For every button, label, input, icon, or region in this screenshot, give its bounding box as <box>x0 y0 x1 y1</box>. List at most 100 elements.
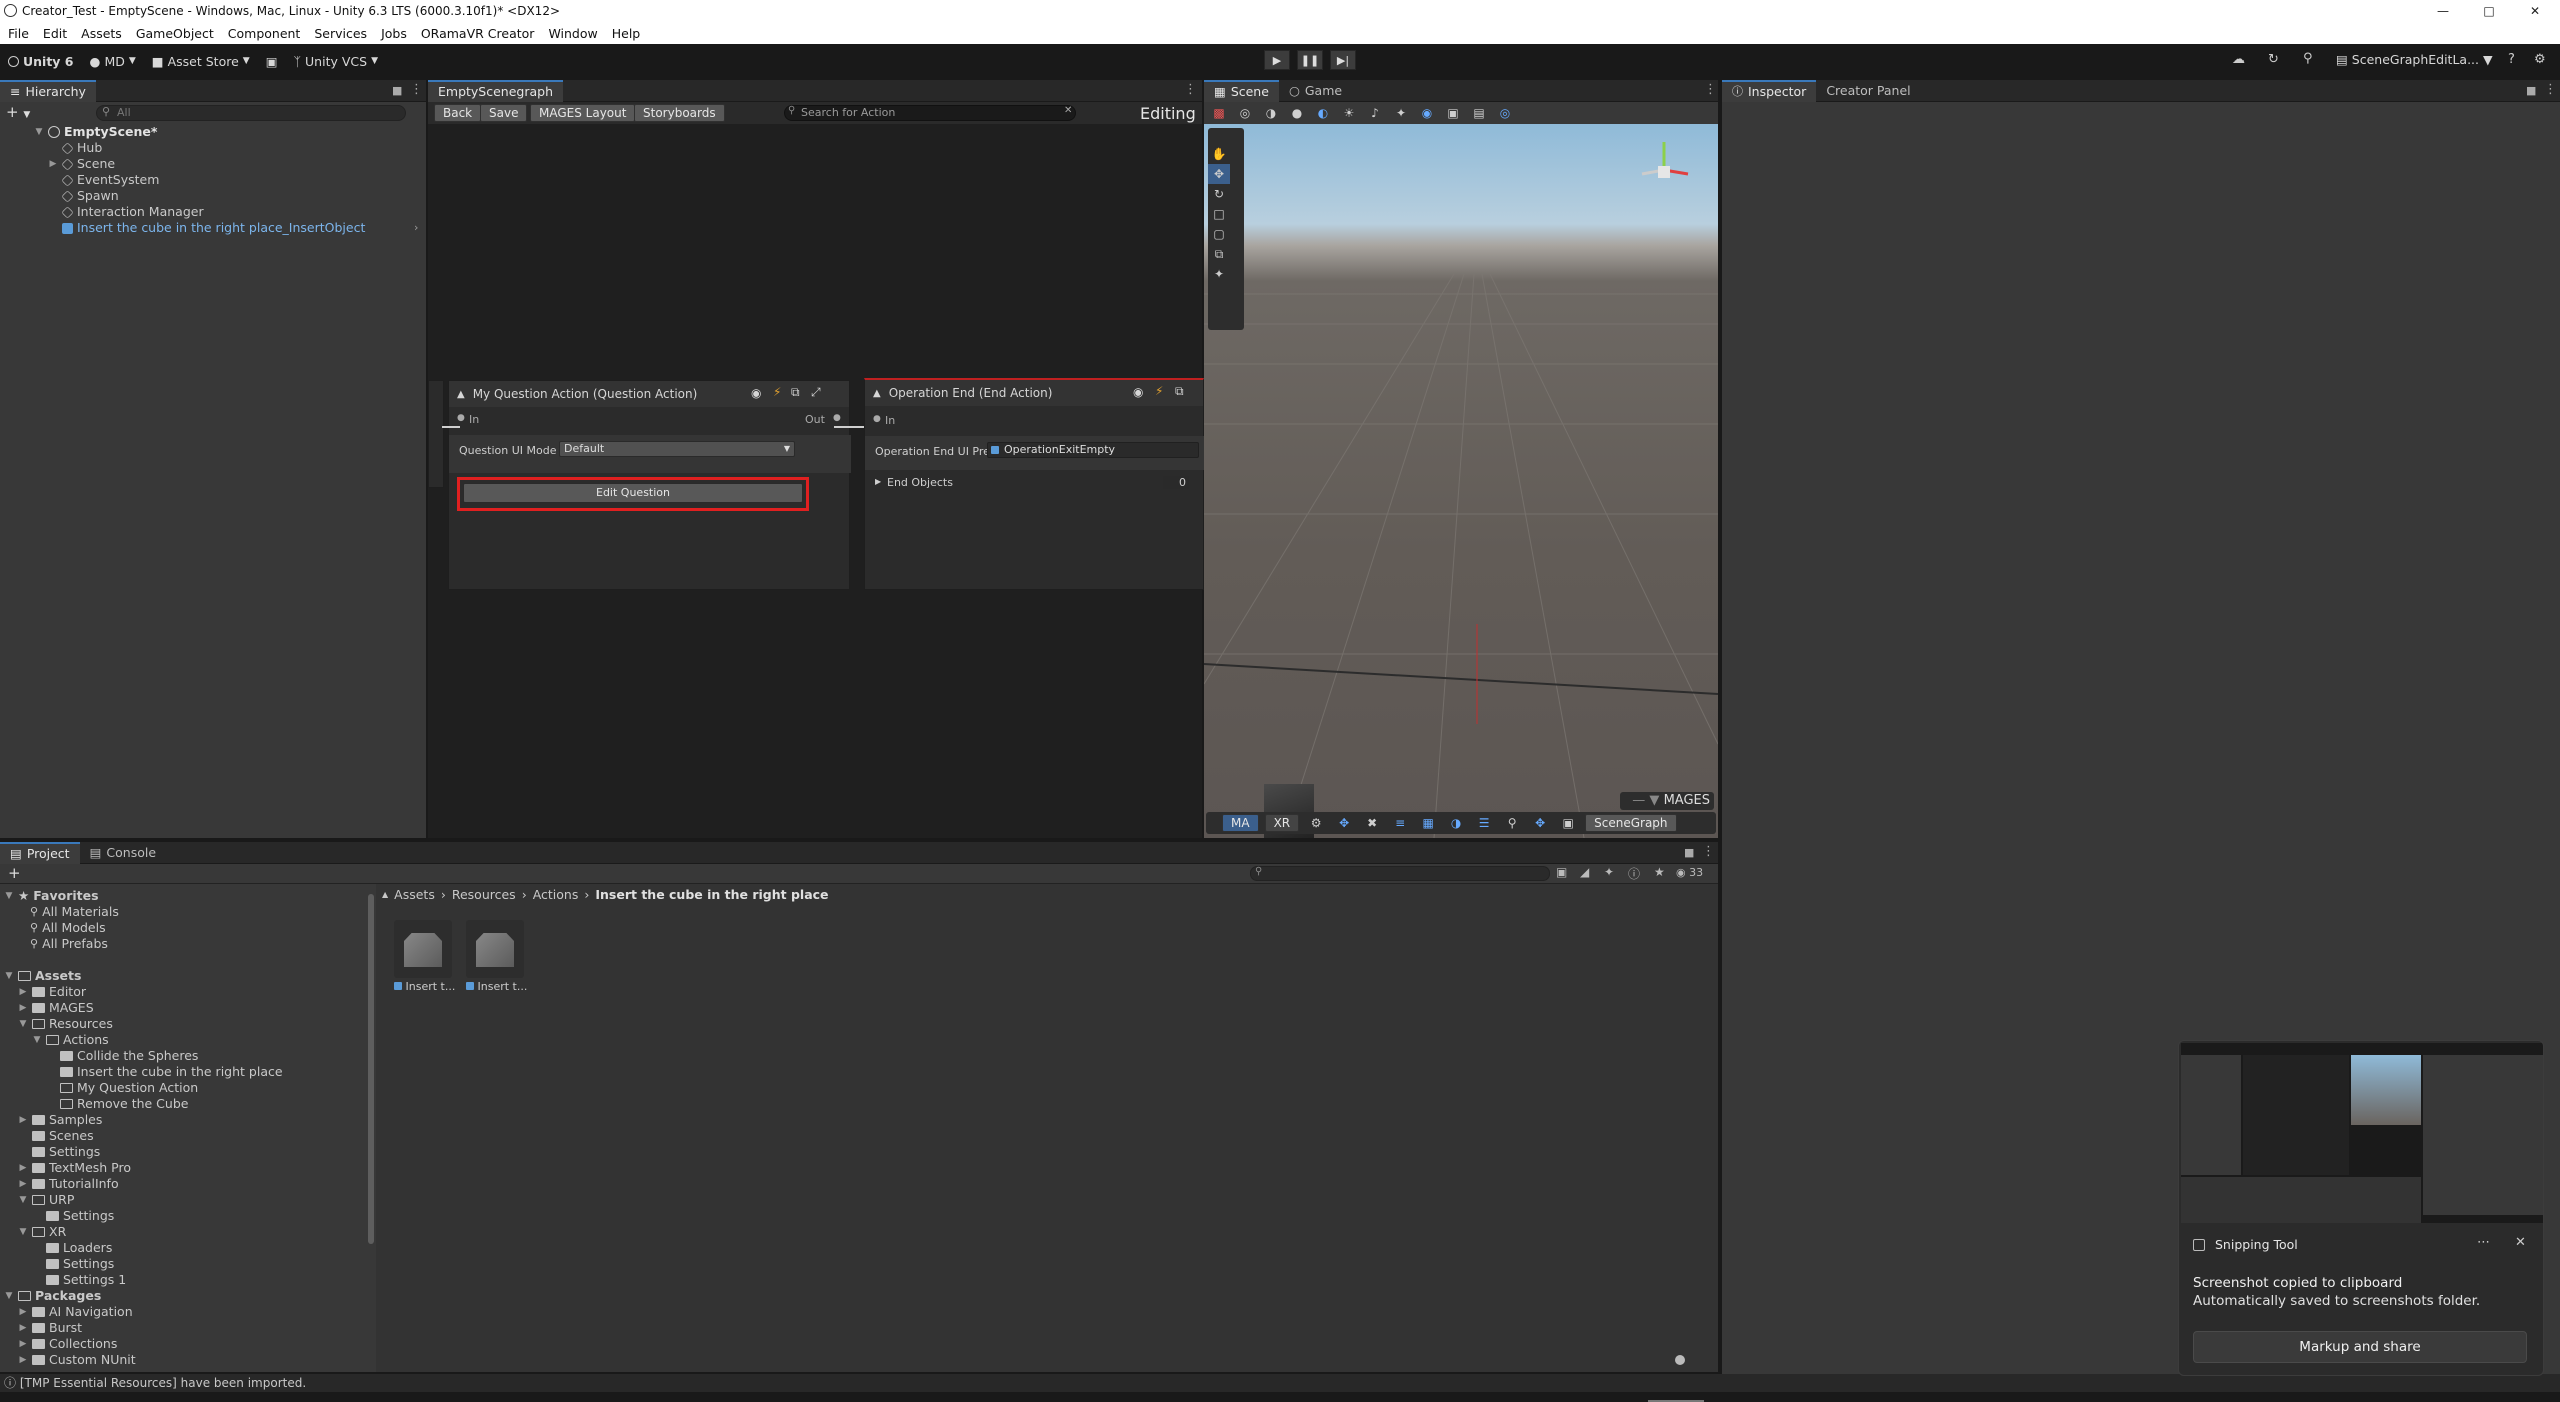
more-icon[interactable]: ⋮ <box>1184 82 1197 97</box>
list-item[interactable]: ▶ Scene <box>48 156 116 172</box>
list-item[interactable]: Remove the Cube <box>46 1096 188 1112</box>
list-item[interactable]: Loaders <box>32 1240 112 1256</box>
menu-gameobject[interactable]: GameObject <box>136 26 214 41</box>
list-item[interactable]: ⚲ All Prefabs <box>30 936 108 952</box>
back-button[interactable]: Back <box>434 104 482 122</box>
expand-arrow-icon[interactable]: ▼ <box>18 1224 28 1240</box>
tab-emptyscenegraph[interactable]: EmptyScenegraph <box>428 79 564 102</box>
menu-edit[interactable]: Edit <box>43 26 67 41</box>
storyboards-button[interactable]: Storyboards <box>634 104 725 122</box>
filter-type-icon[interactable]: ▣ <box>1556 865 1567 879</box>
search-icon[interactable]: ⚲ <box>2303 51 2313 66</box>
list-item[interactable]: ▶ Custom NUnit <box>18 1352 136 1368</box>
star-icon[interactable]: ★ <box>1654 865 1665 879</box>
visibility-count[interactable]: ◉ 33 <box>1676 866 1703 879</box>
expand-arrow-icon[interactable]: ▼ <box>4 888 14 904</box>
list-item[interactable]: Insert the cube in the right place <box>46 1064 283 1080</box>
menu-file[interactable]: File <box>8 26 29 41</box>
menu-window[interactable]: Window <box>548 26 597 41</box>
layers-icon[interactable]: ☰ <box>1473 814 1495 832</box>
status-message[interactable]: [TMP Essential Resources] have been impo… <box>20 1376 306 1390</box>
menu-help[interactable]: Help <box>612 26 641 41</box>
expand-arrow-icon[interactable]: ▶ <box>18 1352 28 1368</box>
list-item[interactable]: Interaction Manager <box>61 204 204 220</box>
expand-arrow-icon[interactable]: ▶ <box>18 1000 28 1016</box>
add-icon[interactable]: + <box>8 864 21 882</box>
end-objects-foldout[interactable]: ▶ End Objects 0 <box>865 472 1205 496</box>
foldout-arrow-icon[interactable]: ▶ <box>875 477 881 486</box>
tab-game[interactable]: ○ Game <box>1279 80 1352 102</box>
breadcrumb-actions[interactable]: Actions <box>533 887 579 902</box>
list-item[interactable]: ▶ AI Navigation <box>18 1304 133 1320</box>
save-button[interactable]: Save <box>480 104 528 122</box>
more-icon[interactable]: ⋮ <box>1702 844 1715 859</box>
menu-oramavr-creator[interactable]: ORamaVR Creator <box>421 26 535 41</box>
move-icon[interactable]: ✥ <box>1529 814 1551 832</box>
list-item[interactable]: ▶ MAGES <box>18 1000 94 1016</box>
list-item[interactable]: Hub <box>61 140 102 156</box>
more-icon[interactable]: ⋮ <box>410 82 423 97</box>
expand-arrow-icon[interactable]: ▼ <box>18 1016 28 1032</box>
question-ui-mode-dropdown[interactable]: Default ▼ <box>559 441 795 457</box>
grid-icon[interactable]: ▦ <box>1417 814 1439 832</box>
screenshot-preview[interactable] <box>2181 1043 2543 1223</box>
markup-and-share-button[interactable]: Markup and share <box>2193 1331 2527 1363</box>
close-icon[interactable]: ✕ <box>2515 1235 2526 1250</box>
scale-tool-icon[interactable]: □ <box>1208 204 1230 224</box>
menu-assets[interactable]: Assets <box>81 26 122 41</box>
expand-arrow-icon[interactable]: ▼ <box>34 124 44 140</box>
rect-tool-icon[interactable]: ▢ <box>1208 224 1230 244</box>
sphere-icon[interactable]: ● <box>1286 104 1308 122</box>
transform-tool-icon[interactable]: ⧉ <box>1208 244 1230 264</box>
list-item[interactable]: Settings 1 <box>32 1272 126 1288</box>
list-item[interactable]: ▼ XR <box>18 1224 67 1240</box>
tab-hierarchy[interactable]: ≡ Hierarchy <box>0 79 96 102</box>
expand-arrow-icon[interactable]: ▼ <box>18 1192 28 1208</box>
camera-icon[interactable]: ▣ <box>1442 104 1464 122</box>
list-item[interactable]: Settings <box>32 1256 114 1272</box>
scene-viewport[interactable]: ✋ ✥ ↻ □ ▢ ⧉ ✦ — ▼ MAGES MA XR ⚙ ✥ ✖ ≡ ▦ <box>1204 124 1718 838</box>
package-icon[interactable]: ▣ <box>258 50 286 72</box>
play-button[interactable]: ▶ <box>1264 50 1290 70</box>
breadcrumb-assets[interactable]: Assets <box>394 887 435 902</box>
hidden-icon[interactable]: ◉ <box>1416 104 1438 122</box>
list-item[interactable]: ⚲ All Materials <box>30 904 119 920</box>
lock-icon[interactable]: ■ <box>1684 846 1694 859</box>
expand-arrow-icon[interactable]: ▼ <box>4 1288 14 1304</box>
move-tool-icon[interactable]: ✥ <box>1208 164 1230 184</box>
account-button[interactable]: ● MD ▼ <box>82 50 144 72</box>
asset-label[interactable]: Insert t... <box>394 980 455 993</box>
bolt-icon[interactable]: ⚡ <box>773 385 781 399</box>
list-item[interactable]: ▶ TextMesh Pro <box>18 1160 131 1176</box>
asset-thumbnail[interactable] <box>466 920 524 978</box>
list-item[interactable]: ▶ Burst <box>18 1320 83 1336</box>
sync-icon[interactable]: ◑ <box>1445 814 1467 832</box>
ma-button[interactable]: MA <box>1222 814 1259 832</box>
node-header[interactable]: ▲ Operation End (End Action) ◉ ⚡ ⧉ <box>865 380 1203 406</box>
list-item[interactable]: ▶ Samples <box>18 1112 103 1128</box>
xr-button[interactable]: XR <box>1264 814 1300 832</box>
project-tree-scrollbar[interactable] <box>368 894 374 1244</box>
bolt-icon[interactable]: ⚡ <box>1155 384 1163 398</box>
move-icon[interactable]: ✥ <box>1333 814 1355 832</box>
graph-node-partial[interactable] <box>428 380 444 488</box>
copy-icon[interactable]: ⧉ <box>1175 384 1184 399</box>
tab-scene[interactable]: ▦ Scene <box>1204 79 1279 102</box>
edit-question-button[interactable]: Edit Question <box>463 483 803 503</box>
close-icon[interactable]: ✕ <box>2512 0 2558 22</box>
list-item[interactable]: Scenes <box>18 1128 94 1144</box>
list-item[interactable]: ⚲ All Models <box>30 920 106 936</box>
mages-overlay-title[interactable]: — ▼ MAGES <box>1620 792 1714 810</box>
lock-icon[interactable]: ■ <box>392 84 402 97</box>
history-icon[interactable]: ↻ <box>2268 52 2279 67</box>
node-header[interactable]: ▲ My Question Action (Question Action) ◉… <box>449 381 849 407</box>
audio-icon[interactable]: ♪ <box>1364 104 1386 122</box>
view-options-icon[interactable]: ▤ <box>1468 104 1490 122</box>
filter-label-icon[interactable]: ◢ <box>1580 865 1589 879</box>
breadcrumb-current[interactable]: Insert the cube in the right place <box>595 887 828 902</box>
list-item[interactable]: Settings <box>18 1144 100 1160</box>
eye-icon[interactable]: ◉ <box>751 386 761 400</box>
expand-arrow-icon[interactable]: ▶ <box>18 1320 28 1336</box>
list-item-prefab[interactable]: Insert the cube in the right place_Inser… <box>62 220 365 236</box>
packages-header[interactable]: ▼ Packages <box>4 1288 102 1304</box>
